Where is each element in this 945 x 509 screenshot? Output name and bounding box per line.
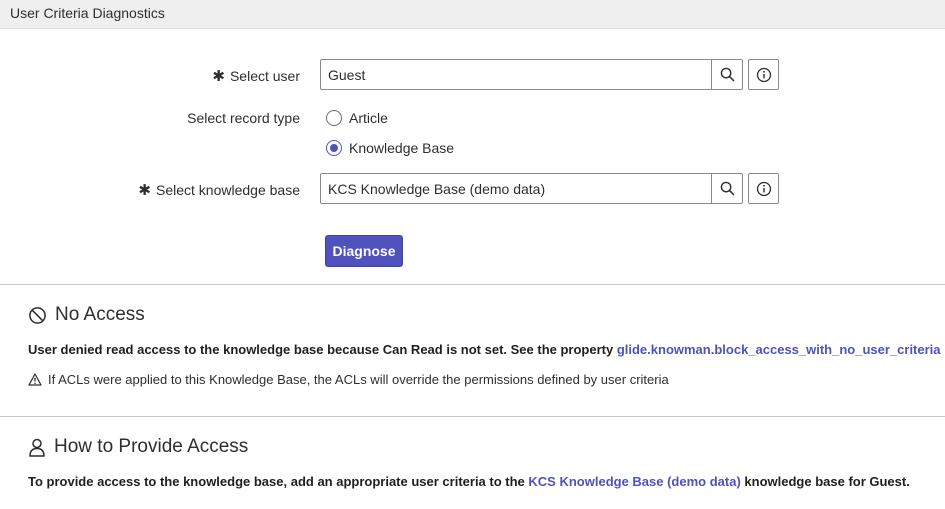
no-access-title: No Access xyxy=(28,304,145,326)
search-icon xyxy=(720,67,734,82)
page-title: User Criteria Diagnostics xyxy=(10,5,165,21)
info-icon xyxy=(756,181,771,196)
kb-link[interactable]: KCS Knowledge Base (demo data) xyxy=(528,474,740,489)
user-info-button[interactable] xyxy=(748,59,779,90)
select-user-label: ✱ Select user xyxy=(212,68,300,85)
select-user-input[interactable] xyxy=(321,60,711,89)
kb-info-button[interactable] xyxy=(748,173,779,204)
info-icon xyxy=(756,67,771,82)
search-icon xyxy=(720,181,734,196)
select-kb-field xyxy=(320,173,743,204)
page-header: User Criteria Diagnostics xyxy=(0,0,945,29)
user-search-button[interactable] xyxy=(711,60,742,89)
kb-search-button[interactable] xyxy=(711,174,742,203)
radio-knowledge-base-label: Knowledge Base xyxy=(349,140,455,156)
radio-article[interactable]: Article xyxy=(326,110,388,126)
acl-note: If ACLs were applied to this Knowledge B… xyxy=(28,372,669,387)
radio-knowledge-base[interactable]: Knowledge Base xyxy=(326,140,454,156)
radio-button[interactable] xyxy=(326,110,342,126)
select-kb-input[interactable] xyxy=(321,174,711,203)
user-icon xyxy=(28,438,46,457)
required-icon: ✱ xyxy=(212,68,225,85)
required-icon: ✱ xyxy=(138,182,151,199)
divider xyxy=(0,284,945,285)
diagnose-button[interactable]: Diagnose xyxy=(325,235,403,267)
radio-article-label: Article xyxy=(349,110,388,126)
divider xyxy=(0,416,945,417)
warning-icon xyxy=(28,373,42,386)
provide-access-title: How to Provide Access xyxy=(28,436,248,458)
provide-access-message: To provide access to the knowledge base,… xyxy=(28,474,910,489)
record-type-label: Select record type xyxy=(187,110,300,126)
prohibited-icon xyxy=(28,306,47,325)
select-kb-label: ✱ Select knowledge base xyxy=(138,182,300,199)
radio-button-checked[interactable] xyxy=(326,140,342,156)
no-access-message: User denied read access to the knowledge… xyxy=(28,342,941,357)
property-link[interactable]: glide.knowman.block_access_with_no_user_… xyxy=(617,342,941,357)
select-user-field xyxy=(320,59,743,90)
